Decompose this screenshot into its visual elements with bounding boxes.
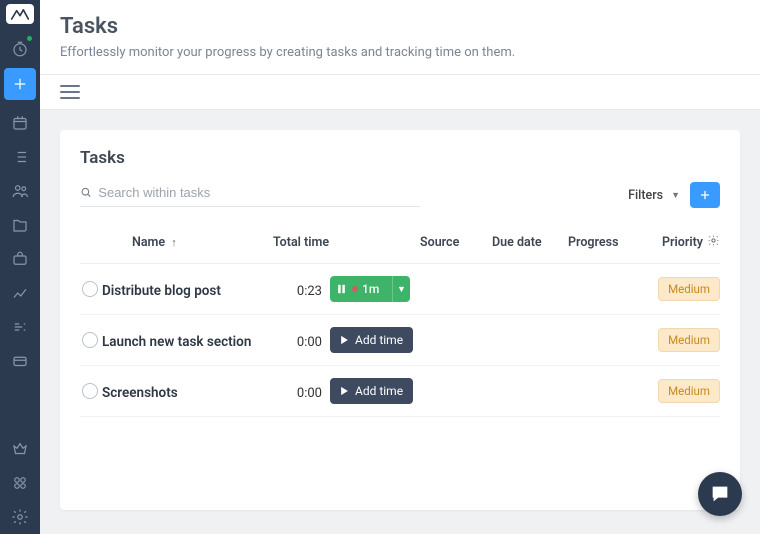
sidebar-item-calendar[interactable] <box>0 106 40 140</box>
page-header: Tasks Effortlessly monitor your progress… <box>40 0 760 75</box>
page-subtitle: Effortlessly monitor your progress by cr… <box>60 45 740 60</box>
complete-checkbox[interactable] <box>82 281 98 297</box>
task-name[interactable]: Screenshots <box>102 385 178 401</box>
card-title: Tasks <box>80 148 720 168</box>
sidebar-item-reports[interactable] <box>0 276 40 310</box>
card-toolbar: Filters ▼ <box>80 182 720 208</box>
column-settings-button[interactable] <box>707 234 720 251</box>
page-title: Tasks <box>60 14 740 39</box>
priority-badge[interactable]: Medium <box>658 328 720 352</box>
add-time-button[interactable]: Add time <box>330 378 413 404</box>
sidebar-item-clients[interactable] <box>0 242 40 276</box>
chevron-down-icon: ▼ <box>671 190 680 201</box>
task-name[interactable]: Distribute blog post <box>102 283 221 299</box>
column-total-time[interactable]: Total time <box>272 235 330 250</box>
play-icon <box>340 386 349 396</box>
add-time-button[interactable]: Add time <box>330 327 413 353</box>
table-row: Screenshots 0:00 Add time Medium <box>80 366 720 417</box>
column-due-date[interactable]: Due date <box>492 235 568 250</box>
chat-support-button[interactable] <box>698 472 742 516</box>
column-name[interactable]: Name ↑ <box>102 235 272 250</box>
play-icon <box>340 335 349 345</box>
sidebar-item-timer[interactable] <box>0 32 40 66</box>
search-field[interactable] <box>80 183 420 207</box>
menu-toggle-button[interactable] <box>60 85 80 99</box>
timer-dropdown-button[interactable]: ▼ <box>392 276 410 302</box>
filters-label: Filters <box>628 188 663 203</box>
priority-badge[interactable]: Medium <box>658 379 720 403</box>
complete-checkbox[interactable] <box>82 383 98 399</box>
search-input[interactable] <box>98 185 420 200</box>
sidebar-item-activity[interactable] <box>0 310 40 344</box>
priority-badge[interactable]: Medium <box>658 277 720 301</box>
add-time-label: Add time <box>355 384 403 398</box>
column-progress[interactable]: Progress <box>568 235 648 250</box>
sidebar-item-projects[interactable] <box>0 208 40 242</box>
timer-value: 1m <box>362 282 392 296</box>
task-total-time: 0:23 <box>297 284 322 299</box>
recording-indicator <box>352 286 358 292</box>
search-icon <box>80 186 92 199</box>
table-header: Name ↑ Total time Source Due date Progre… <box>80 226 720 264</box>
add-time-label: Add time <box>355 333 403 347</box>
complete-checkbox[interactable] <box>82 332 98 348</box>
tasks-table: Name ↑ Total time Source Due date Progre… <box>80 226 720 417</box>
table-row: Distribute blog post 0:23 1m ▼ <box>80 264 720 315</box>
subheader <box>40 75 760 110</box>
sidebar-item-expenses[interactable] <box>0 344 40 378</box>
sidebar-add-button[interactable] <box>4 68 36 100</box>
sidebar <box>0 0 40 534</box>
pause-icon <box>330 284 352 294</box>
column-source[interactable]: Source <box>420 235 492 250</box>
main: Tasks Effortlessly monitor your progress… <box>40 0 760 534</box>
sidebar-item-apps[interactable] <box>0 466 40 500</box>
sort-ascending-icon: ↑ <box>171 236 177 249</box>
app-logo[interactable] <box>6 4 34 24</box>
task-total-time: 0:00 <box>297 386 322 401</box>
timer-running-button[interactable]: 1m ▼ <box>330 276 410 302</box>
sidebar-item-team[interactable] <box>0 174 40 208</box>
add-task-button[interactable] <box>690 182 720 208</box>
sidebar-item-settings[interactable] <box>0 500 40 534</box>
column-priority[interactable]: Priority <box>648 234 720 251</box>
timer-active-indicator <box>27 36 32 41</box>
table-row: Launch new task section 0:00 Add time Me… <box>80 315 720 366</box>
sidebar-item-upgrade[interactable] <box>0 432 40 466</box>
filters-button[interactable]: Filters ▼ <box>628 188 680 203</box>
task-name[interactable]: Launch new task section <box>102 334 251 350</box>
tasks-card: Tasks Filters ▼ <box>60 130 740 510</box>
task-total-time: 0:00 <box>297 335 322 350</box>
sidebar-item-tasks[interactable] <box>0 140 40 174</box>
